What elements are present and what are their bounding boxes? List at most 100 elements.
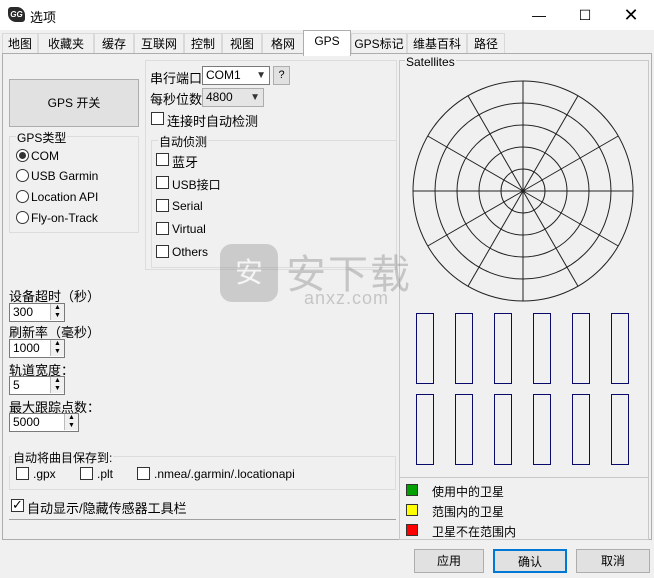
save-nmea-label: .nmea/.garmin/.locationapi <box>154 467 295 481</box>
app-icon: GG <box>8 7 25 22</box>
device-timeout-spinner[interactable]: 300 ▲ ▼ <box>9 303 65 322</box>
radio-location-api[interactable] <box>16 190 29 203</box>
cancel-button[interactable]: 取消 <box>576 549 650 573</box>
track-width-value: 5 <box>13 378 20 392</box>
tab-internet[interactable]: 互联网 <box>134 33 184 54</box>
detect-usb-label: USB接口 <box>172 178 221 192</box>
detect-serial-checkbox[interactable] <box>156 199 169 212</box>
tab-cache[interactable]: 缓存 <box>94 33 134 54</box>
maximize-icon: ☐ <box>578 7 592 23</box>
radio-com[interactable] <box>16 149 29 162</box>
ok-button[interactable]: 确认 <box>493 549 567 573</box>
refresh-rate-value: 1000 <box>13 341 40 355</box>
auto-detect-title: 自动侦测 <box>158 133 209 150</box>
spin-up-icon[interactable]: ▲ <box>50 377 64 385</box>
tab-map[interactable]: 地图 <box>2 33 38 54</box>
legend-swatch-in-use <box>406 484 418 496</box>
signal-bar <box>611 313 629 384</box>
watermark-badge: 安 <box>220 244 278 302</box>
device-timeout-value: 300 <box>13 305 34 319</box>
spin-up-icon[interactable]: ▲ <box>64 414 78 422</box>
satellites-title: Satellites <box>405 55 456 69</box>
watermark-url: anxz.com <box>304 288 390 308</box>
tab-view[interactable]: 视图 <box>222 33 262 54</box>
sensor-toolbar-checkbox[interactable] <box>11 497 24 513</box>
detect-bluetooth-checkbox[interactable] <box>156 153 169 166</box>
maximize-button[interactable]: ☐ <box>562 0 608 30</box>
signal-bar <box>494 394 512 465</box>
sky-plot-spoke <box>522 190 579 287</box>
signal-bar <box>416 313 434 384</box>
spin-up-icon[interactable]: ▲ <box>50 340 64 348</box>
radio-fly-on-track[interactable] <box>16 211 29 224</box>
save-plt-label: .plt <box>97 467 114 481</box>
spin-down-icon[interactable]: ▼ <box>50 385 64 393</box>
baud-rate-label: 每秒位数 <box>150 92 203 107</box>
max-track-points-value: 5000 <box>13 415 40 429</box>
detect-usb-checkbox[interactable] <box>156 176 169 189</box>
sky-plot-spoke <box>427 135 524 192</box>
chevron-down-icon: ▼ <box>256 70 266 81</box>
auto-detect-on-connect-checkbox[interactable] <box>151 112 164 125</box>
signal-bar <box>572 394 590 465</box>
detect-others-checkbox[interactable] <box>156 245 169 258</box>
save-plt-checkbox[interactable] <box>80 467 93 480</box>
gps-type-title: GPS类型 <box>16 129 68 146</box>
sky-plot-spoke <box>522 135 619 192</box>
sky-plot-spoke <box>467 95 524 192</box>
refresh-rate-spinner[interactable]: 1000 ▲ ▼ <box>9 339 65 358</box>
serial-port-value: COM1 <box>206 68 241 82</box>
baud-rate-value: 4800 <box>206 90 233 104</box>
tab-gps-marks[interactable]: GPS标记 <box>351 33 407 54</box>
title-bar: GG 选项 — ☐ ✕ <box>0 0 654 30</box>
save-gpx-checkbox[interactable] <box>16 467 29 480</box>
detect-serial-label: Serial <box>172 199 203 213</box>
legend-label-in-range: 范围内的卫星 <box>432 505 505 519</box>
detect-virtual-label: Virtual <box>172 222 206 236</box>
auto-save-title: 自动将曲目保存到: <box>12 449 114 466</box>
sensor-toolbar-label: 自动显示/隐藏传感器工具栏 <box>27 501 187 516</box>
sky-plot-spoke <box>522 190 619 247</box>
signal-bar <box>533 394 551 465</box>
legend-label-out-of-range: 卫星不在范围内 <box>432 525 517 539</box>
help-button[interactable]: ? <box>273 66 290 85</box>
chevron-down-icon: ▼ <box>250 92 260 103</box>
serial-port-select[interactable]: COM1 ▼ <box>202 66 270 85</box>
radio-usb-garmin[interactable] <box>16 169 29 182</box>
apply-button[interactable]: 应用 <box>414 549 484 573</box>
legend-label-in-use: 使用中的卫星 <box>432 485 505 499</box>
tab-control[interactable]: 控制 <box>184 33 222 54</box>
tab-gps[interactable]: GPS <box>303 30 351 56</box>
legend-divider <box>400 477 648 478</box>
signal-bar <box>416 394 434 465</box>
spin-down-icon[interactable]: ▼ <box>50 312 64 320</box>
signal-bar <box>533 313 551 384</box>
gps-toggle-button[interactable]: GPS 开关 <box>9 79 139 127</box>
track-width-spinner[interactable]: 5 ▲ ▼ <box>9 376 65 395</box>
tab-routes[interactable]: 路径 <box>467 33 505 54</box>
sky-plot-spoke <box>427 190 524 247</box>
spin-down-icon[interactable]: ▼ <box>64 422 78 430</box>
signal-bar <box>494 313 512 384</box>
max-track-points-spinner[interactable]: 5000 ▲ ▼ <box>9 413 79 432</box>
detect-virtual-checkbox[interactable] <box>156 222 169 235</box>
sky-plot-spoke <box>522 95 579 192</box>
close-icon: ✕ <box>623 5 639 25</box>
close-button[interactable]: ✕ <box>608 0 654 30</box>
save-nmea-checkbox[interactable] <box>137 467 150 480</box>
radio-com-label: COM <box>31 149 59 163</box>
baud-rate-select[interactable]: 4800 ▼ <box>202 88 264 107</box>
spin-down-icon[interactable]: ▼ <box>50 348 64 356</box>
radio-fly-on-track-label: Fly-on-Track <box>31 211 98 225</box>
minimize-icon: — <box>532 7 546 23</box>
spin-up-icon[interactable]: ▲ <box>50 304 64 312</box>
sky-plot-spoke <box>467 190 524 287</box>
tab-wikipedia[interactable]: 维基百科 <box>407 33 467 54</box>
tab-grid[interactable]: 格网 <box>262 33 304 54</box>
minimize-button[interactable]: — <box>516 0 562 30</box>
tab-favorites[interactable]: 收藏夹 <box>38 33 94 54</box>
auto-detect-on-connect-label: 连接时自动检测 <box>167 114 259 129</box>
legend-swatch-in-range <box>406 504 418 516</box>
detect-bluetooth-label: 蓝牙 <box>172 155 199 170</box>
signal-bar <box>455 313 473 384</box>
